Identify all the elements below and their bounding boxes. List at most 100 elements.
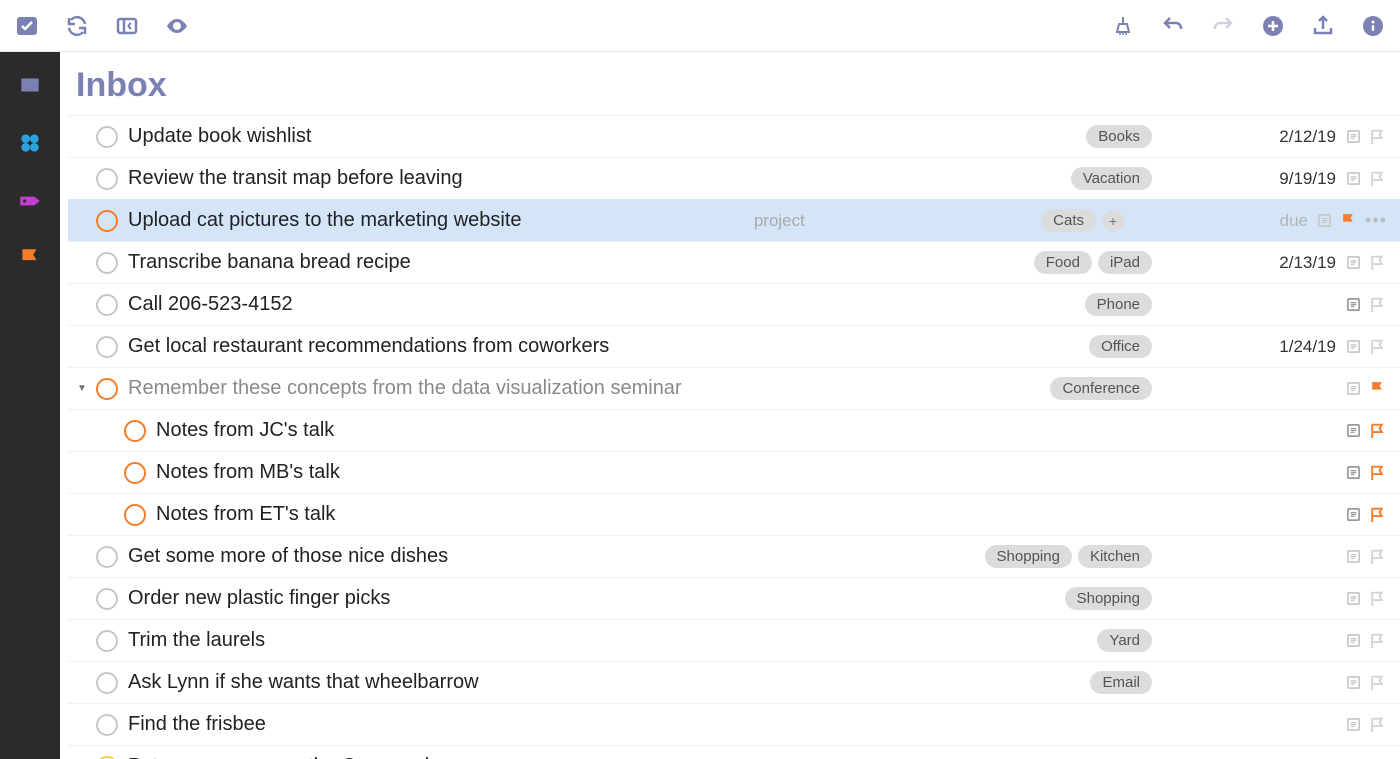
note-icon[interactable] — [1342, 675, 1364, 690]
flag-icon[interactable] — [1364, 338, 1390, 355]
due-date[interactable]: due — [1124, 211, 1314, 231]
add-tag-button[interactable]: + — [1102, 210, 1124, 232]
more-icon[interactable]: ••• — [1362, 210, 1390, 231]
flag-icon[interactable] — [1364, 254, 1390, 271]
task-row[interactable]: Transcribe banana bread recipe Food iPad2/… — [68, 241, 1400, 283]
note-icon[interactable] — [1342, 507, 1364, 522]
due-date[interactable]: 1/24/19 — [1152, 337, 1342, 357]
task-row[interactable]: Review the transit map before leaving Vac… — [68, 157, 1400, 199]
flag-icon[interactable] — [1364, 548, 1390, 565]
note-icon[interactable] — [1342, 549, 1364, 564]
flag-icon[interactable] — [1364, 590, 1390, 607]
cleanup-icon[interactable] — [1110, 13, 1136, 39]
note-icon[interactable] — [1342, 297, 1364, 312]
tag-pill[interactable]: Cats — [1041, 209, 1096, 232]
task-row[interactable]: Update book wishlist Books2/12/19 — [68, 115, 1400, 157]
task-title[interactable]: Find the frisbee — [128, 713, 276, 736]
sidebar-toggle-icon[interactable] — [114, 13, 140, 39]
task-title[interactable]: Transcribe banana bread recipe — [128, 251, 421, 274]
note-icon[interactable] — [1342, 171, 1364, 186]
task-row[interactable]: Get local restaurant recommendations fro… — [68, 325, 1400, 367]
task-title[interactable]: Get local restaurant recommendations fro… — [128, 335, 619, 358]
status-circle[interactable] — [96, 630, 118, 652]
undo-icon[interactable] — [1160, 13, 1186, 39]
flag-icon[interactable] — [1364, 464, 1390, 481]
sidebar-projects-icon[interactable] — [15, 128, 45, 158]
tag-pill[interactable]: Shopping — [1065, 587, 1152, 610]
task-row[interactable]: Upload cat pictures to the marketing web… — [68, 199, 1400, 241]
tag-pill[interactable]: Vacation — [1071, 167, 1152, 190]
tag-pill[interactable]: iPad — [1098, 251, 1152, 274]
flag-icon[interactable] — [1364, 506, 1390, 523]
due-date[interactable]: 2/13/19 — [1152, 253, 1342, 273]
flag-icon[interactable] — [1336, 212, 1362, 229]
tag-pill[interactable]: Conference — [1050, 377, 1152, 400]
task-row[interactable]: Notes from ET's talk — [68, 493, 1400, 535]
status-circle[interactable] — [124, 462, 146, 484]
task-row[interactable]: Notes from MB's talk — [68, 451, 1400, 493]
status-circle[interactable] — [96, 378, 118, 400]
status-circle[interactable] — [124, 420, 146, 442]
status-circle[interactable] — [96, 588, 118, 610]
sidebar-tags-icon[interactable] — [15, 186, 45, 216]
note-icon[interactable] — [1314, 213, 1336, 228]
view-icon[interactable] — [164, 13, 190, 39]
task-title[interactable]: Upload cat pictures to the marketing web… — [128, 209, 532, 232]
add-icon[interactable] — [1260, 13, 1286, 39]
note-icon[interactable] — [1342, 591, 1364, 606]
task-row[interactable]: Ask Lynn if she wants that wheelbarrowEm… — [68, 661, 1400, 703]
note-icon[interactable] — [1342, 465, 1364, 480]
flag-icon[interactable] — [1364, 128, 1390, 145]
task-title[interactable]: Call 206-523-4152 — [128, 293, 303, 316]
tag-pill[interactable]: Kitchen — [1078, 545, 1152, 568]
status-circle[interactable] — [96, 714, 118, 736]
tag-pill[interactable]: Books — [1086, 125, 1152, 148]
status-circle[interactable] — [96, 672, 118, 694]
tag-pill[interactable]: Phone — [1085, 293, 1152, 316]
status-circle[interactable] — [96, 126, 118, 148]
status-circle[interactable] — [96, 210, 118, 232]
status-circle[interactable] — [96, 546, 118, 568]
task-row[interactable]: ▼ Remember these concepts from the data v… — [68, 367, 1400, 409]
task-title[interactable]: Put more money on the Orca card — [128, 755, 439, 759]
tag-pill[interactable]: Food — [1034, 251, 1092, 274]
task-title[interactable]: Notes from JC's talk — [156, 419, 344, 442]
status-circle[interactable] — [96, 336, 118, 358]
task-title[interactable]: Remember these concepts from the data vi… — [128, 377, 692, 400]
flag-icon[interactable] — [1364, 674, 1390, 691]
task-row[interactable]: Call 206-523-4152 Phone — [68, 283, 1400, 325]
task-title[interactable]: Order new plastic finger picks — [128, 587, 400, 610]
task-title[interactable]: Review the transit map before leaving — [128, 167, 473, 190]
check-icon[interactable] — [14, 13, 40, 39]
task-title[interactable]: Trim the laurels — [128, 629, 275, 652]
sidebar-inbox-icon[interactable] — [15, 70, 45, 100]
task-row[interactable]: Order new plastic finger picks Shopping — [68, 577, 1400, 619]
status-circle[interactable] — [96, 294, 118, 316]
due-date[interactable]: 9/19/19 — [1152, 169, 1342, 189]
project-placeholder[interactable]: project — [754, 211, 819, 231]
note-icon[interactable] — [1342, 381, 1364, 396]
tag-pill[interactable]: Yard — [1097, 629, 1152, 652]
note-icon[interactable] — [1342, 717, 1364, 732]
task-row[interactable]: Trim the laurels Yard — [68, 619, 1400, 661]
info-icon[interactable] — [1360, 13, 1386, 39]
flag-icon[interactable] — [1364, 296, 1390, 313]
task-title[interactable]: Update book wishlist — [128, 125, 321, 148]
tag-pill[interactable]: Email — [1090, 671, 1152, 694]
tag-pill[interactable]: Shopping — [985, 545, 1072, 568]
flag-icon[interactable] — [1364, 632, 1390, 649]
disclosure-triangle[interactable]: ▼ — [68, 383, 96, 394]
flag-icon[interactable] — [1364, 422, 1390, 439]
redo-icon[interactable] — [1210, 13, 1236, 39]
note-icon[interactable] — [1342, 129, 1364, 144]
due-date[interactable]: 2/12/19 — [1152, 127, 1342, 147]
status-circle[interactable] — [96, 168, 118, 190]
note-icon[interactable] — [1342, 423, 1364, 438]
flag-icon[interactable] — [1364, 380, 1390, 397]
note-icon[interactable] — [1342, 633, 1364, 648]
task-row[interactable]: Find the frisbee — [68, 703, 1400, 745]
status-circle[interactable] — [96, 252, 118, 274]
task-row[interactable]: Get some more of those nice dishesShoppi… — [68, 535, 1400, 577]
flag-icon[interactable] — [1364, 716, 1390, 733]
sidebar-flagged-icon[interactable] — [15, 244, 45, 274]
